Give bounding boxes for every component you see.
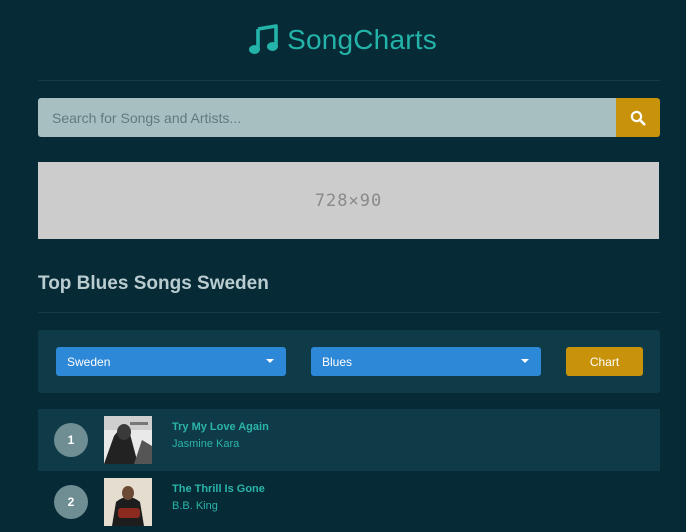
song-artist[interactable]: Jasmine Kara <box>172 438 269 450</box>
album-art-image <box>104 416 152 464</box>
country-select[interactable]: Sweden <box>56 347 286 376</box>
song-list: 1 Try My Love Again Jasmine Kara 2 The T… <box>38 409 660 532</box>
rank-badge: 1 <box>54 423 88 457</box>
rank-badge: 2 <box>54 485 88 519</box>
ad-banner[interactable]: 728×90 <box>38 162 659 239</box>
ad-size-label: 728×90 <box>314 190 383 211</box>
rank-number: 1 <box>67 433 75 447</box>
search-icon <box>630 110 646 125</box>
genre-select[interactable]: Blues <box>311 347 541 376</box>
site-header: SongCharts <box>0 0 686 80</box>
title-divider <box>38 312 660 313</box>
album-art-image <box>104 478 152 526</box>
chevron-down-icon <box>266 359 274 363</box>
page-title: Top Blues Songs Sweden <box>38 273 269 294</box>
album-cover[interactable] <box>104 478 152 526</box>
rank-number: 2 <box>67 495 75 509</box>
chevron-down-icon <box>521 359 529 363</box>
list-item[interactable]: 2 The Thrill Is Gone B.B. King <box>38 471 660 532</box>
genre-select-value: Blues <box>322 354 353 369</box>
song-title[interactable]: Try My Love Again <box>172 421 269 433</box>
search-button[interactable] <box>616 98 660 137</box>
chart-filter-panel: Sweden Blues Chart <box>38 330 660 393</box>
chart-button-label: Chart <box>589 354 620 369</box>
search-bar <box>38 98 660 137</box>
album-cover[interactable] <box>104 416 152 464</box>
site-logo-text[interactable]: SongCharts <box>287 24 437 56</box>
song-info: The Thrill Is Gone B.B. King <box>172 483 265 512</box>
header-divider <box>38 80 660 81</box>
list-item[interactable]: 1 Try My Love Again Jasmine Kara <box>38 409 660 471</box>
music-note-icon[interactable] <box>249 24 279 56</box>
song-artist[interactable]: B.B. King <box>172 500 265 512</box>
song-info: Try My Love Again Jasmine Kara <box>172 421 269 450</box>
song-title[interactable]: The Thrill Is Gone <box>172 483 265 495</box>
country-select-value: Sweden <box>67 354 111 369</box>
chart-button[interactable]: Chart <box>566 347 643 376</box>
search-input[interactable] <box>38 98 616 137</box>
